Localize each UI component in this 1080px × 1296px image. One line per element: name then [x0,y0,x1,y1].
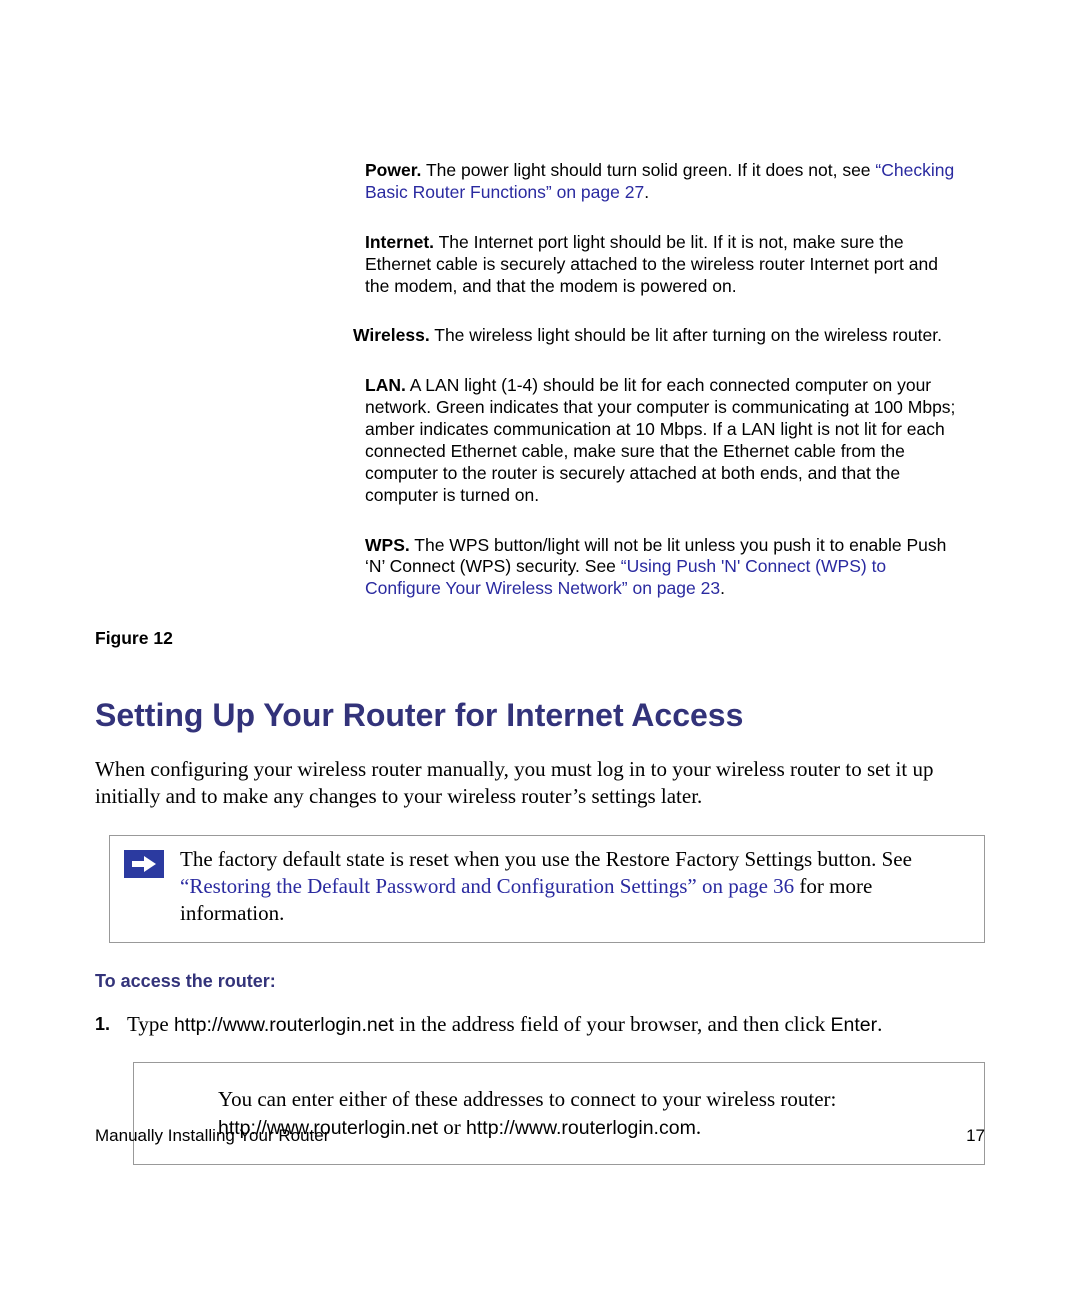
step-number: 1. [95,1010,117,1038]
step1-mid: in the address field of your browser, an… [394,1012,831,1036]
led-internet-block: Internet. The Internet port light should… [365,232,965,298]
intro-paragraph: When configuring your wireless router ma… [95,756,985,811]
note-pre: The factory default state is reset when … [180,847,912,871]
led-power-text: The power light should turn solid green.… [421,160,875,180]
step-text: Type http://www.routerlogin.net in the a… [127,1010,882,1038]
step1-enter: Enter [831,1014,878,1036]
led-power-tail: . [644,182,649,202]
step1-url: http://www.routerlogin.net [174,1014,394,1036]
led-lan-label: LAN. [365,375,406,395]
figure-caption: Figure 12 [95,628,985,649]
led-lan-text: A LAN light (1-4) should be lit for each… [365,375,955,504]
step1-pre: Type [127,1012,174,1036]
footer-section-title: Manually Installing Your Router [95,1126,329,1146]
led-power-block: Power. The power light should turn solid… [365,160,965,204]
led-lan-block: LAN. A LAN light (1-4) should be lit for… [365,375,965,506]
led-wireless-label: Wireless. [353,325,430,345]
access-router-heading: To access the router: [95,971,985,992]
led-wps-tail: . [720,578,725,598]
step1-tail: . [877,1012,882,1036]
led-internet-label: Internet. [365,232,434,252]
page-footer: Manually Installing Your Router 17 [95,1126,985,1146]
led-wireless-text: The wireless light should be lit after t… [430,325,942,345]
led-wireless-block: Wireless. The wireless light should be l… [353,325,965,347]
tip-box: You can enter either of these addresses … [133,1062,985,1165]
link-restoring-default-password[interactable]: “Restoring the Default Password and Conf… [180,874,794,898]
note-text: The factory default state is reset when … [180,846,970,928]
led-wps-label: WPS. [365,535,410,555]
step-1: 1. Type http://www.routerlogin.net in th… [95,1010,985,1038]
led-power-label: Power. [365,160,421,180]
tip-line1: You can enter either of these addresses … [218,1087,836,1111]
section-heading: Setting Up Your Router for Internet Acce… [95,697,985,734]
note-box: The factory default state is reset when … [109,835,985,943]
arrow-right-icon [124,850,164,878]
led-internet-text: The Internet port light should be lit. I… [365,232,938,296]
document-page: Power. The power light should turn solid… [0,0,1080,1296]
led-wps-block: WPS. The WPS button/light will not be li… [365,535,965,601]
footer-page-number: 17 [966,1126,985,1146]
